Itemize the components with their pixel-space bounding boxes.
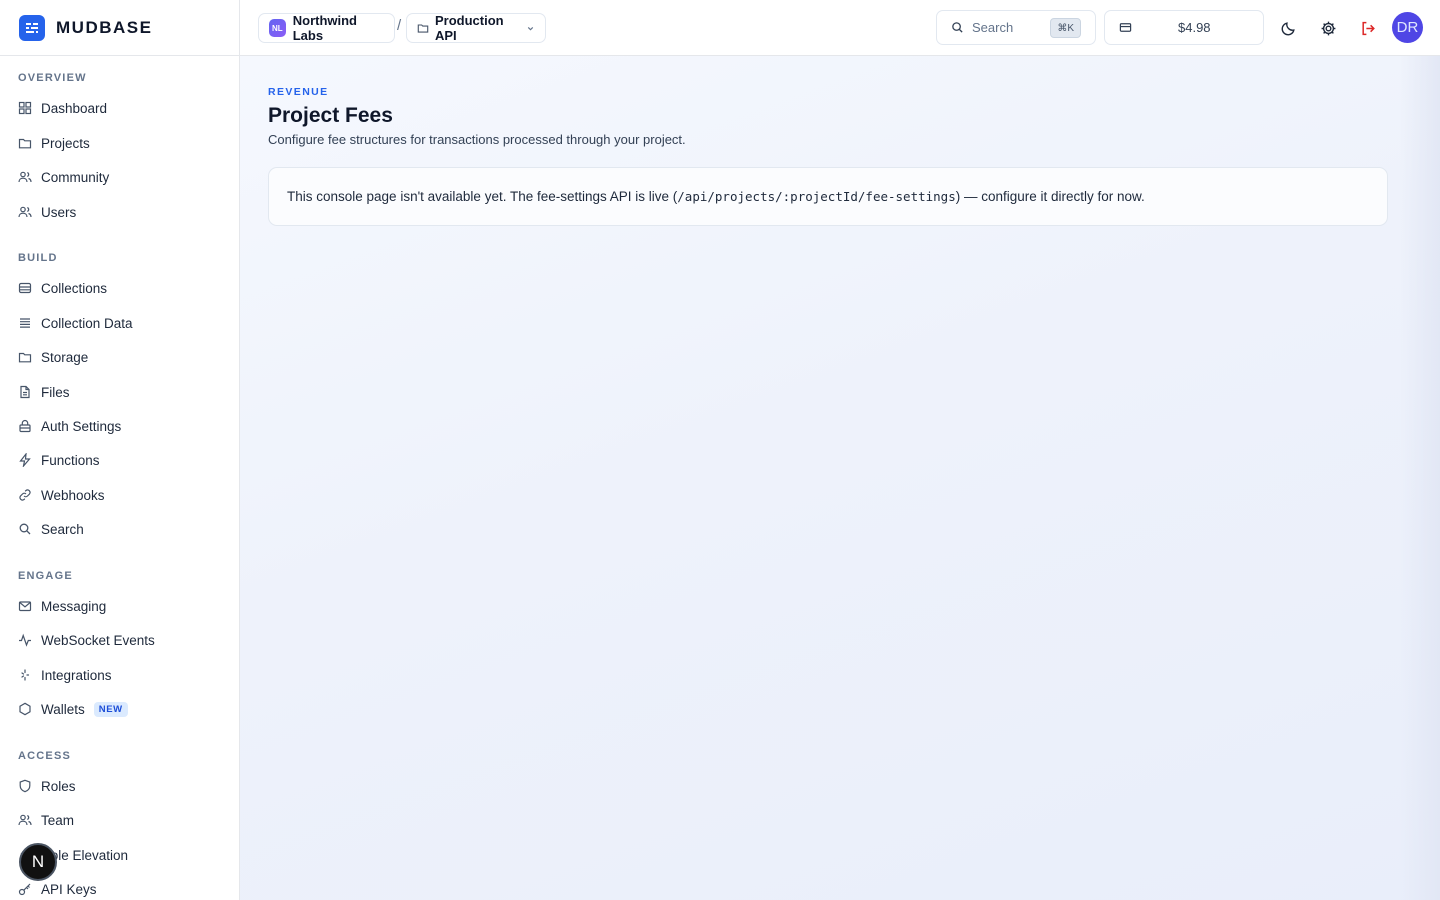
lock-icon [18, 419, 32, 433]
page-eyebrow: REVENUE [268, 86, 329, 98]
sidebar-item-functions[interactable]: Functions [0, 445, 239, 475]
brand-logo-icon [19, 14, 45, 41]
key-icon [18, 882, 32, 896]
list-icon [18, 316, 32, 330]
notice-text-after: ) — configure it directly for now. [955, 189, 1145, 204]
org-switcher[interactable]: NL Northwind Labs [258, 13, 395, 43]
gear-icon[interactable] [1318, 18, 1338, 38]
sidebar-item-label: Roles [41, 778, 76, 794]
activity-icon [18, 633, 32, 647]
section-title-engage: ENGAGE [18, 570, 73, 582]
sidebar-item-label: Functions [41, 452, 100, 468]
sidebar-item-collection-data[interactable]: Collection Data [0, 308, 239, 338]
sidebar-item-label: Search [41, 521, 84, 537]
brand[interactable]: MUDBASE [0, 0, 239, 56]
sparkle-icon [18, 668, 32, 682]
dev-badge-label: N [31, 852, 45, 871]
project-switcher[interactable]: Production API [406, 13, 546, 43]
user-avatar[interactable]: DR [1392, 12, 1423, 43]
users-icon [18, 813, 32, 827]
sidebar-item-label: Storage [41, 349, 89, 365]
sidebar-item-search[interactable]: Search [0, 514, 239, 544]
sidebar-item-label: Team [41, 812, 75, 828]
unavailable-notice: This console page isn't available yet. T… [268, 167, 1388, 226]
sidebar-item-label: Dashboard [41, 100, 108, 116]
sidebar-item-users[interactable]: Users [0, 197, 239, 227]
sidebar-item-label: WebSocket Events [41, 632, 155, 648]
billing-balance-button[interactable]: $4.98 [1104, 10, 1264, 45]
sidebar-item-label: Collections [41, 280, 108, 296]
brand-name: MUDBASE [56, 17, 153, 37]
sidebar-item-roles[interactable]: Roles [0, 771, 239, 801]
page-subtitle: Configure fee structures for transaction… [268, 132, 686, 147]
notice-api-path: /api/projects/:projectId/fee-settings [677, 189, 956, 204]
user-initials: DR [1396, 19, 1419, 36]
search-input[interactable]: Search ⌘K [936, 10, 1096, 45]
credit-card-icon [1119, 21, 1132, 34]
file-icon [18, 385, 32, 399]
bolt-icon [18, 453, 32, 467]
sidebar-item-label: Wallets [41, 701, 85, 717]
sidebar-item-dashboard[interactable]: Dashboard [0, 93, 239, 123]
section-title-overview: OVERVIEW [18, 72, 87, 84]
sidebar-item-label: Integrations [41, 667, 112, 683]
folder-icon [18, 136, 32, 150]
sidebar-item-label: Messaging [41, 598, 107, 614]
sidebar-item-websocket-events[interactable]: WebSocket Events [0, 625, 239, 655]
mail-icon [18, 599, 32, 613]
folder-icon [18, 350, 32, 364]
grid-icon [18, 101, 32, 115]
chevron-down-icon [526, 24, 535, 33]
sidebar-item-integrations[interactable]: Integrations [0, 660, 239, 690]
org-avatar: NL [269, 19, 286, 37]
main-content: REVENUE Project Fees Configure fee struc… [240, 56, 1440, 900]
database-icon [18, 281, 32, 295]
notice-text-before: This console page isn't available yet. T… [287, 189, 678, 204]
sidebar: MUDBASE OVERVIEW Dashboard Projects Comm… [0, 0, 240, 900]
search-icon [18, 522, 32, 536]
new-badge: NEW [93, 701, 128, 717]
sidebar-item-label: Webhooks [41, 487, 105, 503]
search-placeholder: Search [972, 20, 1014, 35]
breadcrumb-separator: / [397, 17, 402, 34]
sidebar-item-collections[interactable]: Collections [0, 273, 239, 303]
hexagon-icon [18, 702, 32, 716]
sidebar-item-files[interactable]: Files [0, 377, 239, 407]
search-icon [951, 21, 964, 34]
sidebar-item-label: Collection Data [41, 315, 133, 331]
topbar: NL Northwind Labs / Production API Searc… [240, 0, 1440, 56]
sidebar-item-label: API Keys [41, 881, 97, 897]
folder-icon [417, 22, 429, 34]
section-title-build: BUILD [18, 252, 58, 264]
sidebar-item-messaging[interactable]: Messaging [0, 591, 239, 621]
project-name: Production API [435, 13, 504, 43]
search-shortcut: ⌘K [1050, 18, 1081, 38]
sidebar-item-webhooks[interactable]: Webhooks [0, 480, 239, 510]
sidebar-item-storage[interactable]: Storage [0, 342, 239, 372]
shield-icon [18, 779, 32, 793]
sidebar-item-label: Projects [41, 135, 90, 151]
sidebar-item-auth-settings[interactable]: Auth Settings [0, 411, 239, 441]
link-icon [18, 488, 32, 502]
section-title-access: ACCESS [18, 750, 72, 762]
page-title: Project Fees [268, 104, 393, 127]
users-icon [18, 205, 32, 219]
users-icon [18, 170, 32, 184]
sidebar-item-projects[interactable]: Projects [0, 128, 239, 158]
dev-tools-badge[interactable]: N [19, 843, 57, 881]
sidebar-item-label: Files [41, 384, 70, 400]
org-name: Northwind Labs [292, 13, 357, 43]
sidebar-item-team[interactable]: Team [0, 805, 239, 835]
sidebar-item-wallets[interactable]: Wallets NEW [0, 694, 239, 724]
sidebar-item-label: Auth Settings [41, 418, 122, 434]
logout-icon[interactable] [1358, 18, 1378, 38]
sidebar-item-label: Users [41, 204, 77, 220]
moon-icon[interactable] [1278, 18, 1298, 38]
sidebar-item-community[interactable]: Community [0, 162, 239, 192]
sidebar-item-label: Community [41, 169, 110, 185]
billing-amount: $4.98 [1178, 20, 1211, 35]
